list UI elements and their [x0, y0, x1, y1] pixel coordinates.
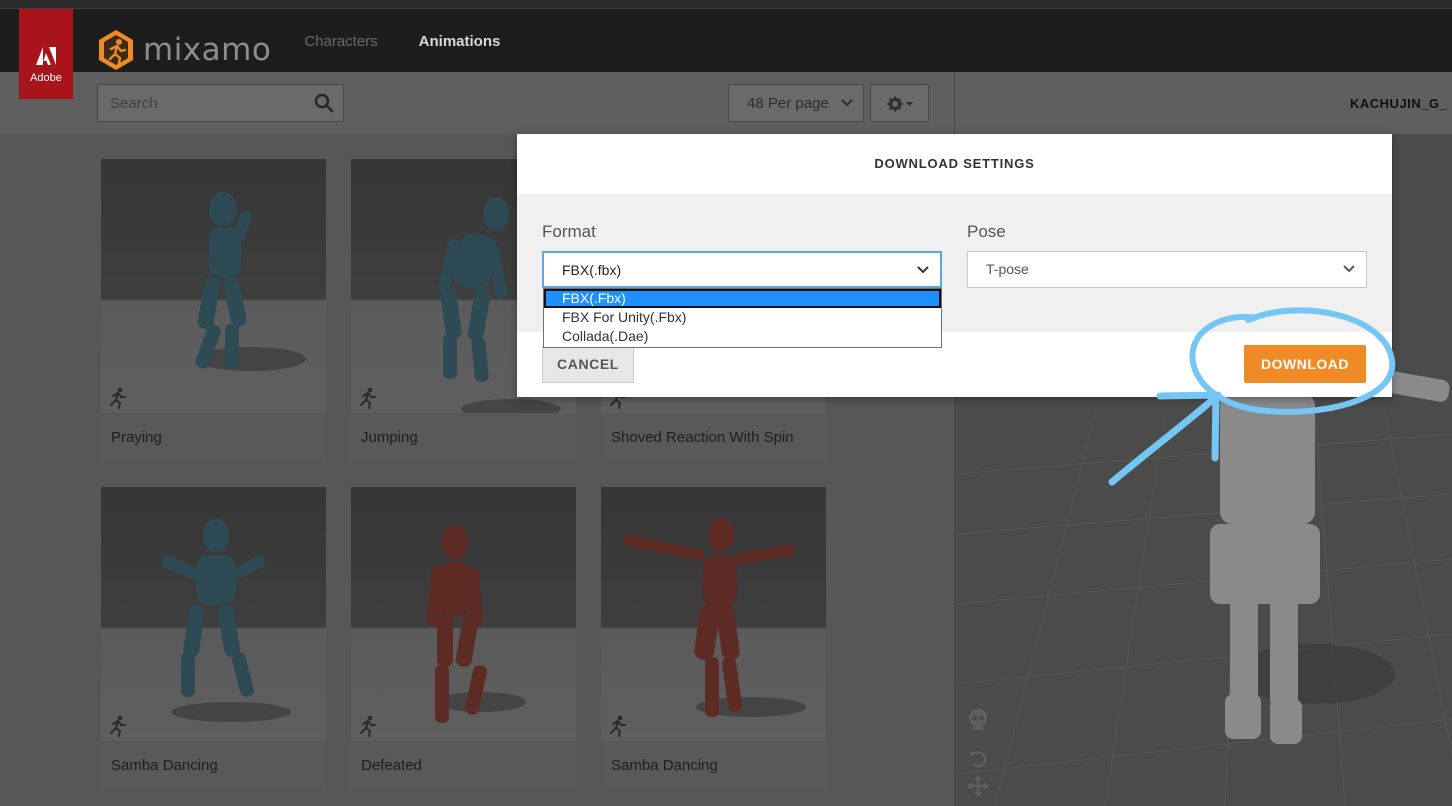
format-option[interactable]: Collada(.Dae): [544, 327, 941, 346]
settings-button[interactable]: [870, 84, 929, 122]
tab-characters[interactable]: Characters: [292, 29, 390, 72]
animation-thumbnail: [351, 487, 576, 741]
search-placeholder: Search: [110, 95, 158, 112]
animation-type-icon: [110, 387, 126, 409]
dialog-title: DOWNLOAD SETTINGS: [874, 156, 1035, 171]
mixamo-hex-icon: [99, 30, 133, 70]
adobe-logo[interactable]: Adobe: [19, 9, 73, 99]
animation-name: Jumping: [361, 429, 418, 446]
window-top-bar: [0, 0, 1452, 9]
animation-card[interactable]: Defeated: [351, 487, 576, 790]
chevron-down-icon: [917, 266, 929, 274]
pose-label: Pose: [967, 222, 1006, 241]
chevron-down-icon: [841, 99, 853, 107]
format-dropdown-list: FBX(.Fbx) FBX For Unity(.Fbx) Collada(.D…: [543, 288, 942, 348]
move-icon[interactable]: [967, 775, 989, 797]
format-select-value: FBX(.fbx): [562, 262, 622, 278]
pose-select-value: T-pose: [986, 261, 1029, 277]
download-button[interactable]: DOWNLOAD: [1244, 345, 1366, 383]
gear-icon: [887, 96, 913, 112]
animation-name: Shoved Reaction With Spin: [611, 429, 794, 446]
skull-icon[interactable]: [967, 708, 989, 732]
app-header: mixamo Characters Animations: [0, 9, 1452, 81]
format-label: Format: [542, 222, 596, 241]
chevron-down-icon: [1343, 265, 1355, 273]
search-input[interactable]: Search: [97, 84, 344, 122]
animation-type-icon: [610, 715, 626, 737]
animation-type-icon: [360, 715, 376, 737]
mixamo-logo[interactable]: mixamo: [97, 29, 271, 71]
search-icon[interactable]: [314, 93, 334, 113]
animation-name: Samba Dancing: [611, 757, 718, 774]
adobe-label: Adobe: [30, 72, 62, 84]
download-settings-dialog: DOWNLOAD SETTINGS Format Pose FBX(.fbx) …: [517, 134, 1392, 397]
animation-name: Defeated: [361, 757, 422, 774]
format-option[interactable]: FBX(.Fbx): [544, 289, 941, 308]
animation-type-icon: [360, 387, 376, 409]
animation-thumbnail: [601, 487, 826, 741]
animation-name: Samba Dancing: [111, 757, 218, 774]
animation-thumbnail: [101, 159, 326, 413]
rotate-icon[interactable]: [967, 748, 989, 770]
animation-card[interactable]: Samba Dancing: [101, 487, 326, 790]
per-page-value: 48 Per page: [747, 95, 829, 112]
animation-thumbnail: [101, 487, 326, 741]
format-option[interactable]: FBX For Unity(.Fbx): [544, 308, 941, 327]
adobe-a-icon: [36, 47, 56, 65]
cancel-button[interactable]: CANCEL: [542, 346, 634, 383]
character-name: KACHUJIN_G_: [1350, 96, 1448, 111]
animation-type-icon: [110, 715, 126, 737]
format-select[interactable]: FBX(.fbx): [542, 251, 942, 288]
animation-card[interactable]: Praying: [101, 159, 326, 462]
brand-name: mixamo: [143, 32, 272, 68]
animation-card[interactable]: Samba Dancing: [601, 487, 826, 790]
per-page-select[interactable]: 48 Per page: [728, 84, 864, 122]
animation-name: Praying: [111, 429, 162, 446]
pose-select[interactable]: T-pose: [967, 251, 1367, 288]
